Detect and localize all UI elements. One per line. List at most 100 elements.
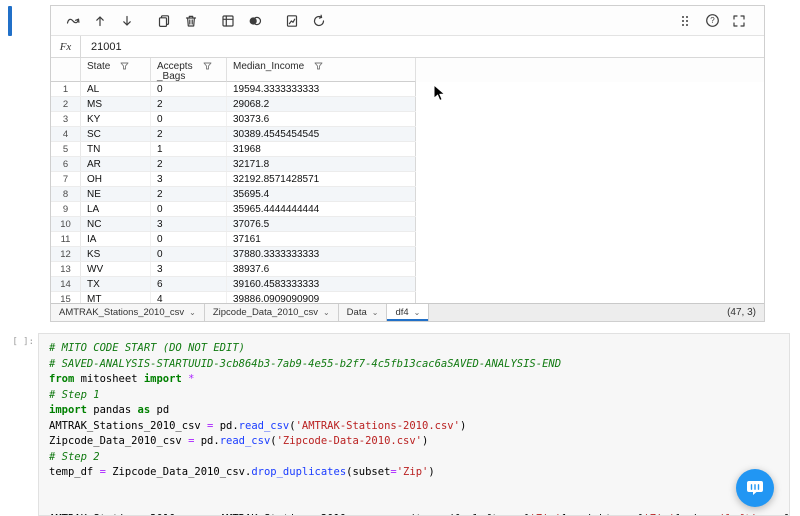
row-index[interactable]: 9 <box>51 202 81 216</box>
chevron-down-icon[interactable]: ⌄ <box>189 308 196 317</box>
chevron-down-icon[interactable]: ⌄ <box>414 308 421 317</box>
cell[interactable]: AL <box>81 82 151 96</box>
code-cell[interactable]: # MITO CODE START (DO NOT EDIT) # SAVED-A… <box>38 333 790 516</box>
row-index[interactable]: 3 <box>51 112 81 126</box>
cell[interactable]: KY <box>81 112 151 126</box>
column-header-state[interactable]: State <box>81 58 151 82</box>
cell[interactable]: MT <box>81 292 151 303</box>
delete-icon <box>184 14 198 28</box>
cell[interactable]: 0 <box>151 247 227 261</box>
sheet-tab-df4[interactable]: df4 ⌄ <box>387 304 430 321</box>
toolbar-export-button[interactable] <box>88 10 112 32</box>
cell[interactable]: TN <box>81 142 151 156</box>
column-header-median_income[interactable]: Median_Income <box>227 58 416 82</box>
cell[interactable]: WV <box>81 262 151 276</box>
cell[interactable]: LA <box>81 202 151 216</box>
cell[interactable]: 0 <box>151 232 227 246</box>
toolbar-merge-button[interactable] <box>243 10 267 32</box>
column-header-accepts_bags[interactable]: Accepts _Bags <box>151 58 227 82</box>
table-row: 3 KY 0 30373.6 <box>51 112 416 127</box>
row-index[interactable]: 11 <box>51 232 81 246</box>
cell[interactable]: 32192.8571428571 <box>227 172 416 186</box>
cell[interactable]: 2 <box>151 187 227 201</box>
filter-icon[interactable] <box>314 60 323 73</box>
cell[interactable]: 1 <box>151 142 227 156</box>
toolbar-delete-button[interactable] <box>179 10 203 32</box>
row-index[interactable]: 12 <box>51 247 81 261</box>
filter-icon[interactable] <box>120 60 129 73</box>
toolbar-fullscreen-button[interactable] <box>727 10 751 32</box>
cell[interactable]: KS <box>81 247 151 261</box>
toolbar-undo-button[interactable] <box>61 10 85 32</box>
cell[interactable]: 37161 <box>227 232 416 246</box>
cell[interactable]: 0 <box>151 112 227 126</box>
cell[interactable]: NE <box>81 187 151 201</box>
row-index[interactable]: 5 <box>51 142 81 156</box>
cell[interactable]: 0 <box>151 82 227 96</box>
row-index[interactable]: 7 <box>51 172 81 186</box>
row-index[interactable]: 6 <box>51 157 81 171</box>
sheet-tab-Zipcode_Data_2010_csv[interactable]: Zipcode_Data_2010_csv ⌄ <box>204 304 339 321</box>
cell[interactable]: 31968 <box>227 142 416 156</box>
sheet-tab-Data[interactable]: Data ⌄ <box>338 304 388 321</box>
table-row: 1 AL 0 19594.3333333333 <box>51 82 416 97</box>
toolbar-right-group: ? <box>673 10 754 32</box>
toolbar-help-button[interactable]: ? <box>700 10 724 32</box>
cell[interactable]: 37076.5 <box>227 217 416 231</box>
table-row: 6 AR 2 32171.8 <box>51 157 416 172</box>
row-index[interactable]: 13 <box>51 262 81 276</box>
row-index[interactable]: 10 <box>51 217 81 231</box>
toolbar-refresh-button[interactable] <box>307 10 331 32</box>
cell[interactable]: 30373.6 <box>227 112 416 126</box>
toolbar-steps-button[interactable] <box>673 10 697 32</box>
chevron-down-icon[interactable]: ⌄ <box>323 308 330 317</box>
row-index[interactable]: 15 <box>51 292 81 303</box>
cell[interactable]: 19594.3333333333 <box>227 82 416 96</box>
cell[interactable]: 32171.8 <box>227 157 416 171</box>
cell[interactable]: NC <box>81 217 151 231</box>
dataframe-shape: (47, 3) <box>727 307 756 318</box>
chevron-down-icon[interactable]: ⌄ <box>372 308 379 317</box>
grid-header-row: State Accepts _Bags Median_Income <box>51 58 764 82</box>
cell[interactable]: IA <box>81 232 151 246</box>
filter-icon[interactable] <box>203 60 212 73</box>
cell[interactable]: 3 <box>151 217 227 231</box>
formula-bar-input[interactable]: 21001 <box>81 36 764 57</box>
row-index[interactable]: 1 <box>51 82 81 96</box>
cell[interactable]: 39160.4583333333 <box>227 277 416 291</box>
sheet-tab-AMTRAK_Stations_2010_csv[interactable]: AMTRAK_Stations_2010_csv ⌄ <box>51 304 205 321</box>
cell[interactable]: TX <box>81 277 151 291</box>
mito-toolbar: ? <box>51 6 764 36</box>
cell[interactable]: 3 <box>151 172 227 186</box>
cell[interactable]: 30389.4545454545 <box>227 127 416 141</box>
cell[interactable]: OH <box>81 172 151 186</box>
cell[interactable]: 2 <box>151 97 227 111</box>
cell[interactable]: MS <box>81 97 151 111</box>
graph-icon <box>285 14 299 28</box>
cell[interactable]: 29068.2 <box>227 97 416 111</box>
row-index[interactable]: 8 <box>51 187 81 201</box>
cell[interactable]: 2 <box>151 127 227 141</box>
cell[interactable]: 3 <box>151 262 227 276</box>
row-index[interactable]: 4 <box>51 127 81 141</box>
chat-bubble-button[interactable] <box>736 469 774 507</box>
row-index[interactable]: 2 <box>51 97 81 111</box>
toolbar-copy-button[interactable] <box>152 10 176 32</box>
toolbar-pivot-button[interactable] <box>216 10 240 32</box>
row-index[interactable]: 14 <box>51 277 81 291</box>
cell[interactable]: 2 <box>151 157 227 171</box>
cell[interactable]: 35695.4 <box>227 187 416 201</box>
toolbar-import-button[interactable] <box>115 10 139 32</box>
cell[interactable]: 39886.0909090909 <box>227 292 416 303</box>
cell[interactable]: 35965.4444444444 <box>227 202 416 216</box>
cell[interactable]: AR <box>81 157 151 171</box>
cell[interactable]: 6 <box>151 277 227 291</box>
cell[interactable]: 37880.3333333333 <box>227 247 416 261</box>
toolbar-graph-button[interactable] <box>280 10 304 32</box>
cell[interactable]: 4 <box>151 292 227 303</box>
cell[interactable]: SC <box>81 127 151 141</box>
steps-icon <box>678 14 692 28</box>
cell[interactable]: 38937.6 <box>227 262 416 276</box>
cell[interactable]: 0 <box>151 202 227 216</box>
